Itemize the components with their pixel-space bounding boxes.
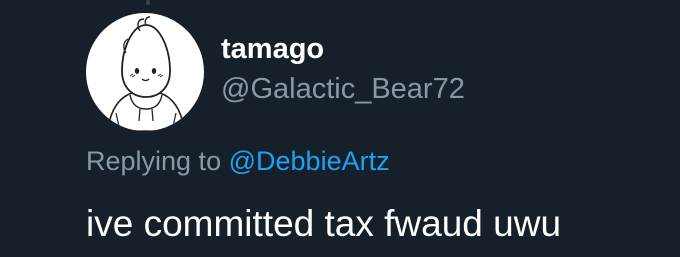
author-handle[interactable]: @Galactic_Bear72 <box>221 72 465 106</box>
avatar[interactable] <box>86 13 204 131</box>
author-display-name[interactable]: tamago <box>221 32 324 66</box>
tweet: tamago @Galactic_Bear72 Replying to @Deb… <box>0 0 680 257</box>
thread-connector-line <box>146 0 150 5</box>
replying-to-line: Replying to @DebbieArtz <box>86 145 390 177</box>
replying-to-label: Replying to <box>86 146 222 176</box>
reply-mention-link[interactable]: @DebbieArtz <box>229 146 390 176</box>
tweet-text: ive committed tax fwaud uwu <box>86 203 562 244</box>
egg-character-icon <box>107 16 185 131</box>
